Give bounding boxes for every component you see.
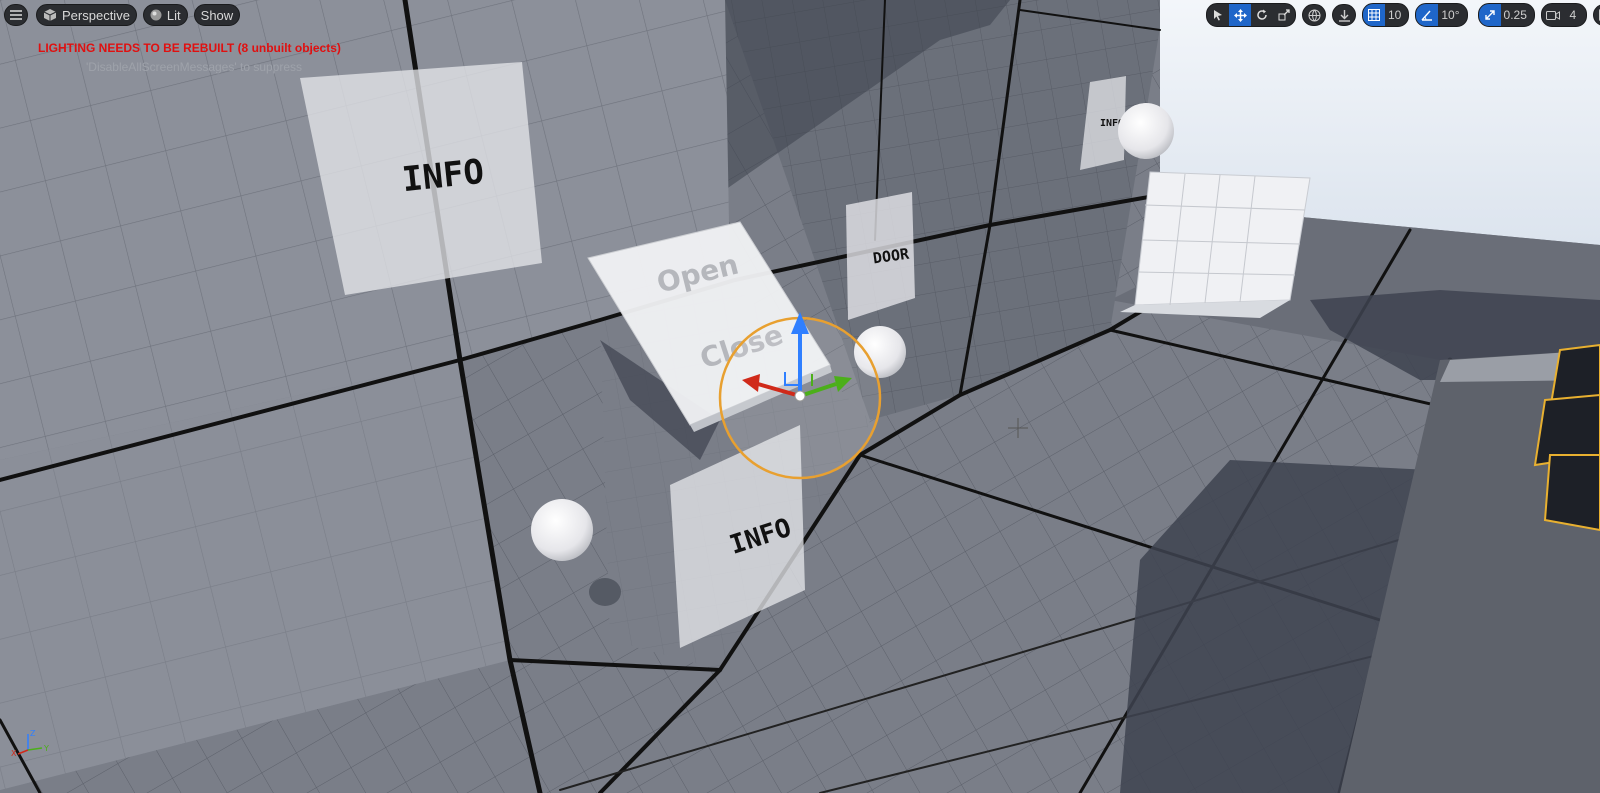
rotation-snap: 10° <box>1415 3 1468 27</box>
sphere-icon <box>150 9 162 21</box>
axis-y-label: Y <box>43 744 49 753</box>
sign-info-large-text: INFO <box>400 152 486 200</box>
cube-icon <box>43 9 57 21</box>
rotate-tool[interactable] <box>1251 4 1273 26</box>
show-button[interactable]: Show <box>193 4 241 26</box>
viewport-layout-button[interactable] <box>1592 4 1600 26</box>
scale-snap-icon <box>1484 10 1495 20</box>
axis-x-label: X <box>11 749 17 758</box>
scale-snap-toggle[interactable] <box>1478 4 1501 26</box>
grid-snap-toggle[interactable] <box>1363 4 1385 26</box>
rotate-icon <box>1257 9 1267 20</box>
axis-indicator: Z X Y <box>11 729 49 758</box>
show-label: Show <box>200 7 234 23</box>
scale-snap: 0.25 <box>1477 3 1535 27</box>
view-mode-button[interactable]: Perspective <box>36 4 137 26</box>
sign-door[interactable]: DOOR <box>846 192 915 320</box>
axis-z-label: Z <box>30 729 36 738</box>
sphere-left[interactable] <box>531 499 593 561</box>
pointer-icon <box>1214 10 1222 21</box>
grid-icon <box>1368 9 1380 21</box>
lighting-rebuild-warning: LIGHTING NEEDS TO BE REBUILT (8 unbuilt … <box>38 41 341 55</box>
select-tool[interactable] <box>1207 4 1229 26</box>
lighting-mode-button[interactable]: Lit <box>142 4 188 26</box>
white-cube[interactable] <box>1120 171 1311 318</box>
rotation-snap-value[interactable]: 10° <box>1438 4 1466 26</box>
move-icon <box>1233 8 1247 22</box>
level-viewport[interactable]: INFO DOOR INFO Open Close INFO Perspecti… <box>0 0 1600 793</box>
surface-snap-icon <box>1338 9 1350 22</box>
lighting-mode-label: Lit <box>166 7 181 23</box>
camera-speed-button[interactable] <box>1542 4 1564 26</box>
grid-snap: 10 <box>1362 3 1410 27</box>
world-icon <box>1308 9 1320 21</box>
viewport-menu-button[interactable] <box>4 4 28 26</box>
view-mode-label: Perspective <box>62 7 130 23</box>
sphere-shadow <box>589 578 621 606</box>
hamburger-icon <box>10 10 22 20</box>
suppress-hint: 'DisableAllScreenMessages' to suppress <box>86 60 303 74</box>
rotation-snap-toggle[interactable] <box>1416 4 1439 26</box>
grid-snap-value[interactable]: 10 <box>1385 4 1408 26</box>
translate-tool[interactable] <box>1229 4 1251 26</box>
scale-snap-value[interactable]: 0.25 <box>1501 4 1534 26</box>
camera-speed-value[interactable]: 4 <box>1564 4 1586 26</box>
viewport-scene[interactable]: INFO DOOR INFO Open Close INFO <box>0 0 1600 793</box>
viewport-toolbar-right: 10 10° 0.25 4 <box>1206 3 1600 27</box>
transform-tools <box>1206 3 1296 27</box>
scale-tool[interactable] <box>1273 4 1295 26</box>
scale-icon <box>1278 9 1290 21</box>
coordinate-system-button[interactable] <box>1302 4 1326 26</box>
camera-icon <box>1545 10 1560 20</box>
viewport-toolbar-left: Perspective Lit Show <box>4 4 241 26</box>
camera-speed: 4 <box>1540 3 1587 27</box>
sphere-top[interactable] <box>1118 103 1174 159</box>
angle-icon <box>1421 10 1433 21</box>
gizmo-center[interactable] <box>794 390 806 402</box>
surface-snap-button[interactable] <box>1332 4 1356 26</box>
